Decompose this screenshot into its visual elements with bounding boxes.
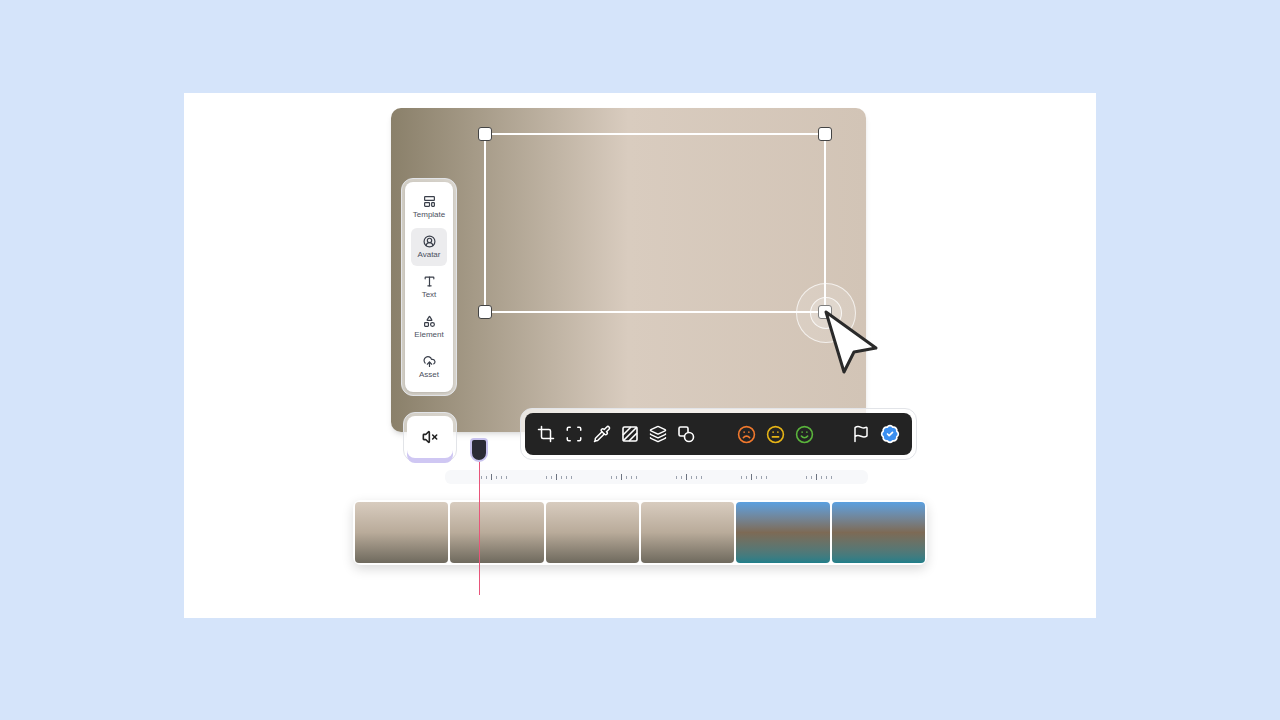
mute-button[interactable] [407, 416, 453, 458]
flag-icon[interactable] [852, 425, 870, 443]
editor-card: TemplateAvatarTextElementAsset [184, 93, 1096, 618]
toolbar [525, 413, 912, 455]
avatar-clip[interactable] [355, 502, 448, 563]
meh-face-icon[interactable] [766, 425, 785, 444]
cursor-icon [822, 308, 882, 378]
shapes-icon [677, 425, 695, 443]
mute-button-frame [403, 412, 457, 462]
avatar-clip[interactable] [641, 502, 734, 563]
sidebar-item-icon [423, 315, 436, 328]
sidebar-item-icon [423, 235, 436, 248]
sidebar-item[interactable]: Template [411, 188, 447, 226]
layers-icon[interactable] [649, 425, 667, 443]
sidebar-item[interactable]: Text [411, 268, 447, 306]
sidebar-item-icon [423, 195, 436, 208]
scene-clip[interactable] [832, 502, 925, 563]
playhead-handle[interactable] [470, 438, 488, 462]
playhead-line [479, 462, 480, 595]
sidebar-item[interactable]: Element [411, 308, 447, 346]
sidebar-item[interactable]: Avatar [411, 228, 447, 266]
video-preview[interactable] [391, 108, 866, 432]
frown-face-icon[interactable] [737, 425, 756, 444]
frame-icon[interactable] [565, 425, 583, 443]
page: TemplateAvatarTextElementAsset [0, 0, 1280, 720]
toolbar-frame [520, 408, 917, 460]
smile-face-icon[interactable] [795, 425, 814, 444]
ruler-tick-group [546, 474, 572, 480]
ruler-tick-group [806, 474, 832, 480]
resize-handle[interactable] [478, 127, 492, 141]
crop-icon[interactable] [537, 425, 555, 443]
selection-box[interactable] [484, 133, 826, 313]
sidebar-item[interactable]: Asset [411, 348, 447, 386]
timeline-ruler[interactable] [445, 470, 868, 484]
sidebar: TemplateAvatarTextElementAsset [401, 178, 457, 396]
eyedropper-icon[interactable] [593, 425, 611, 443]
scene-clip[interactable] [736, 502, 829, 563]
ruler-tick-group [481, 474, 507, 480]
verified-icon[interactable] [880, 424, 900, 444]
resize-handle[interactable] [478, 305, 492, 319]
pattern-icon [621, 425, 639, 443]
ruler-tick-group [611, 474, 637, 480]
sidebar-item-icon [423, 355, 436, 368]
ruler-tick-group [741, 474, 767, 480]
ruler-tick-group [676, 474, 702, 480]
sidebar-item-icon [423, 275, 436, 288]
resize-handle[interactable] [818, 127, 832, 141]
avatar-clip[interactable] [546, 502, 639, 563]
mute-icon [422, 429, 438, 445]
avatar-clip[interactable] [450, 502, 543, 563]
filmstrip [353, 500, 927, 565]
